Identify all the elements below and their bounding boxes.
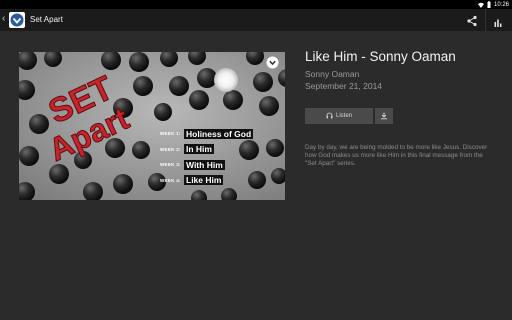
battery-icon <box>487 1 491 8</box>
divider <box>485 9 486 31</box>
week-number: WEEK 1: <box>160 131 181 137</box>
chevron-down-circle-icon[interactable] <box>266 56 279 69</box>
download-icon <box>380 107 388 125</box>
week-title: Like Him <box>184 175 224 186</box>
week-title: Holiness of God <box>184 128 254 139</box>
page-title: Set Apart <box>30 15 63 24</box>
glowing-ball <box>214 68 238 92</box>
church-logo-icon[interactable] <box>9 12 25 28</box>
week-number: WEEK 4: <box>160 177 181 183</box>
episode-description: Day by day, we are being molded to be mo… <box>305 144 488 167</box>
episode-date: September 21, 2014 <box>305 81 383 91</box>
download-button[interactable] <box>375 108 393 124</box>
episode-title: Like Him - Sonny Oaman <box>305 49 456 64</box>
status-time: 10:26 <box>493 1 509 8</box>
action-bar: ‹ Set Apart <box>0 9 512 31</box>
list-item: WEEK 2: In Him <box>160 141 253 157</box>
speaker-name: Sonny Oaman <box>305 69 360 79</box>
bar-chart-icon[interactable] <box>493 15 503 27</box>
list-item: WEEK 3: With Him <box>160 156 253 172</box>
status-bar: 10:26 <box>0 0 512 9</box>
listen-label: Listen <box>335 113 352 119</box>
series-artwork: SET Apart WEEK 1: Holiness of God WEEK 2:… <box>19 52 285 200</box>
status-icons: 10:26 <box>477 1 509 8</box>
listen-button[interactable]: Listen <box>305 108 373 124</box>
week-list: WEEK 1: Holiness of God WEEK 2: In Him WEE… <box>160 125 254 188</box>
week-title: With Him <box>184 159 225 170</box>
list-item: WEEK 4: Like Him <box>160 172 253 188</box>
list-item: WEEK 1: Holiness of God <box>160 125 254 141</box>
week-title: In Him <box>184 144 214 155</box>
week-number: WEEK 3: <box>160 162 181 168</box>
chevron-left-icon[interactable]: ‹ <box>2 14 5 24</box>
headphones-icon <box>326 112 333 121</box>
share-icon[interactable] <box>466 14 478 27</box>
week-number: WEEK 2: <box>160 146 181 152</box>
wifi-icon <box>477 2 484 8</box>
